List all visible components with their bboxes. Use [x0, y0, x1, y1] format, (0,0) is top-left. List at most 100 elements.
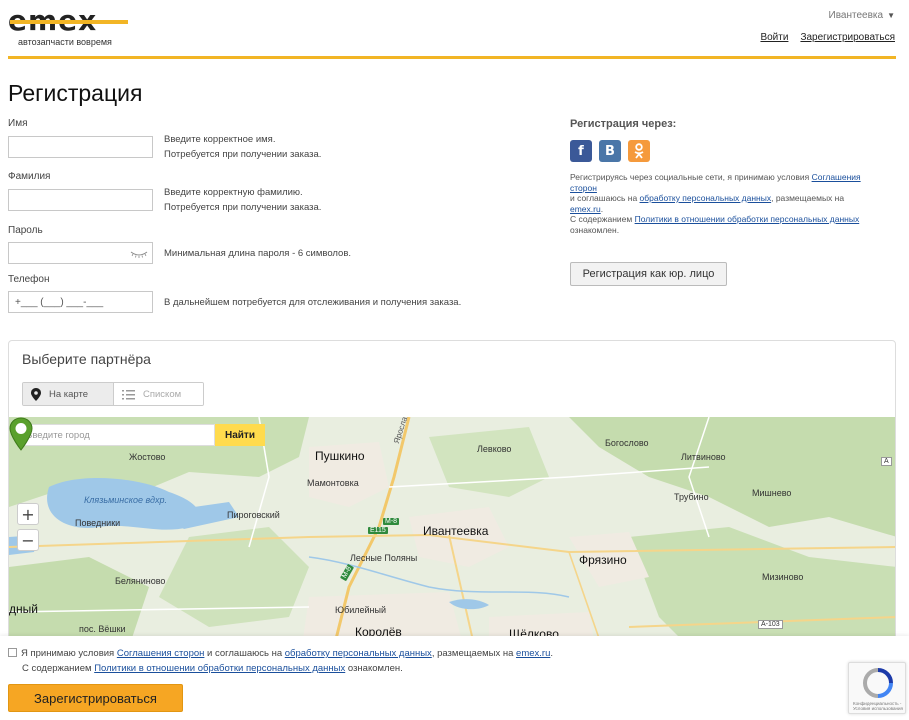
map-label-mamontovka: Мамонтовка [307, 478, 359, 488]
map-road-a103: A-103 [758, 620, 783, 629]
submit-button[interactable]: Зарегистрироваться [8, 684, 183, 712]
recaptcha-line2: Условия использования [853, 706, 903, 711]
chevron-down-icon: ▼ [887, 11, 895, 20]
first-name-hint: Введите корректное имя. Потребуется при … [164, 132, 321, 162]
view-tabs: На карте Списком [22, 382, 204, 406]
map-road-e115: E115 [368, 527, 388, 534]
first-name-input[interactable] [8, 136, 153, 158]
map-road-a-right: А [881, 457, 892, 466]
agreement-part1: Я принимаю условия [21, 648, 117, 659]
agreement-personal-link[interactable]: обработку персональных данных [285, 648, 432, 659]
map-label-trubino: Трубино [674, 492, 709, 502]
agreement-site-link[interactable]: emex.ru [516, 648, 550, 659]
list-icon [122, 389, 135, 399]
social-terms-part5: С содержанием [570, 214, 635, 224]
agreement-part5: С содержанием [22, 663, 95, 674]
map-label-ivanteevka: Ивантеевка [423, 524, 489, 538]
first-name-hint-line2: Потребуется при получении заказа. [164, 149, 322, 160]
recaptcha-icon [862, 668, 893, 698]
zoom-in-button[interactable]: + [17, 503, 39, 525]
map-label-yubileyny: Юбилейный [335, 605, 387, 615]
map-label-mytishchi: дный [9, 602, 38, 616]
facebook-button[interactable]: f [570, 140, 592, 162]
password-label: Пароль [8, 225, 43, 236]
header: emex автозапчасти вовремя Ивантеевка ▼ В… [0, 0, 909, 62]
phone-input[interactable]: +___ (___) ___-___ [8, 291, 153, 313]
map-label-belyaninovo: Беляниново [115, 576, 166, 586]
agreement-policy-link[interactable]: Политики в отношении обработки персональ… [94, 663, 345, 674]
map-label-fryazino: Фрязино [579, 553, 627, 567]
city-name: Ивантеевка [828, 10, 884, 21]
phone-hint: В дальнейшем потребуется для отслеживани… [164, 297, 462, 308]
personal-data-link[interactable]: обработку персональных данных [640, 193, 772, 203]
city-search-button[interactable]: Найти [215, 424, 265, 446]
map-label-pirogovsky: Пироговский [227, 510, 280, 520]
page-title: Регистрация [8, 80, 143, 106]
map-label-mishnevo: Мишнево [752, 488, 792, 498]
vk-button[interactable]: В [599, 140, 621, 162]
map-label-lesnye-polyany: Лесные Поляны [350, 553, 418, 563]
login-link[interactable]: Войти [760, 32, 788, 43]
logo[interactable]: emex автозапчасти вовремя [8, 7, 128, 48]
last-name-input[interactable] [8, 189, 153, 211]
social-terms-part6: ознакомлен. [570, 224, 620, 235]
agreement-part2: и соглашаюсь на [204, 648, 285, 659]
city-selector[interactable]: Ивантеевка ▼ [829, 10, 895, 21]
eye-closed-icon[interactable] [130, 249, 148, 259]
password-input[interactable] [8, 242, 153, 264]
map-label-zhostovo: Жостово [129, 452, 166, 462]
agreement-text: Я принимаю условия Соглашения сторон и с… [8, 646, 553, 676]
tab-map[interactable]: На карте [23, 383, 113, 405]
registration-page: emex автозапчасти вовремя Ивантеевка ▼ В… [0, 0, 909, 720]
map-label-poselok-vyoshki: пос. Вёшки [79, 624, 126, 634]
tab-list[interactable]: Списком [113, 383, 203, 405]
map-label-levkovo: Левково [477, 444, 512, 454]
password-hint: Минимальная длина пароля - 6 символов. [164, 248, 352, 259]
last-name-label: Фамилия [8, 171, 51, 182]
odnoklassniki-icon [634, 143, 644, 159]
social-buttons: f В [570, 140, 650, 162]
partner-section: Выберите партнёра На карте Списком Введи… [8, 340, 896, 660]
map-road-m8: M-8 [383, 518, 400, 525]
auth-links: Войти Зарегистрироваться [760, 32, 895, 43]
map-label-litvinovo: Литвиново [681, 452, 726, 462]
tab-map-label: На карте [49, 388, 89, 400]
agreement-part3: , размещаемых на [431, 648, 517, 659]
logo-stripe-icon [10, 20, 128, 24]
first-name-hint-line1: Введите корректное имя. [164, 134, 276, 145]
social-title: Регистрация через: [570, 118, 677, 130]
zoom-out-button[interactable]: − [17, 529, 39, 551]
first-name-label: Имя [8, 118, 28, 129]
header-divider [8, 56, 896, 59]
policy-link[interactable]: Политики в отношении обработки персональ… [635, 214, 860, 224]
social-terms-part4: . [600, 203, 604, 214]
legal-entity-button[interactable]: Регистрация как юр. лицо [570, 262, 727, 286]
agreement-checkbox[interactable] [8, 648, 17, 657]
last-name-hint: Введите корректную фамилию. Потребуется … [164, 185, 321, 215]
bottom-bar: Я принимаю условия Соглашения сторон и с… [0, 636, 909, 720]
recaptcha-text: Конфиденциальность - Условия использован… [853, 701, 903, 711]
map-pin-icon [31, 387, 41, 401]
social-terms-part2: и соглашаюсь на [570, 193, 640, 203]
odnoklassniki-button[interactable] [628, 140, 650, 162]
phone-label: Телефон [8, 274, 50, 285]
map[interactable]: Введите город Найти + − Пушкино Ивантеев… [9, 417, 895, 659]
map-label-pushkino: Пушкино [315, 449, 365, 463]
social-terms-part1: Регистрируясь через социальные сети, я п… [570, 172, 812, 182]
last-name-hint-line1: Введите корректную фамилию. [164, 187, 303, 198]
social-terms-part3: , размещаемых на [771, 193, 845, 203]
recaptcha-badge[interactable]: Конфиденциальность - Условия использован… [848, 662, 906, 714]
agreement-terms-link[interactable]: Соглашения сторон [117, 648, 205, 659]
site-link[interactable]: emex.ru [570, 204, 601, 214]
city-search-input[interactable]: Введите город [17, 424, 215, 446]
partner-title: Выберите партнёра [22, 351, 151, 367]
agreement-part4: . [550, 648, 553, 659]
logo-tagline: автозапчасти вовремя [18, 37, 112, 47]
map-label-povedniki: Поведники [75, 518, 121, 528]
map-marker-icon[interactable] [9, 417, 33, 451]
last-name-hint-line2: Потребуется при получении заказа. [164, 202, 322, 213]
tab-list-label: Списком [143, 388, 182, 400]
map-label-mizinovo: Мизиново [762, 572, 804, 582]
agreement-part6: ознакомлен. [345, 663, 403, 674]
register-link[interactable]: Зарегистрироваться [800, 32, 895, 43]
